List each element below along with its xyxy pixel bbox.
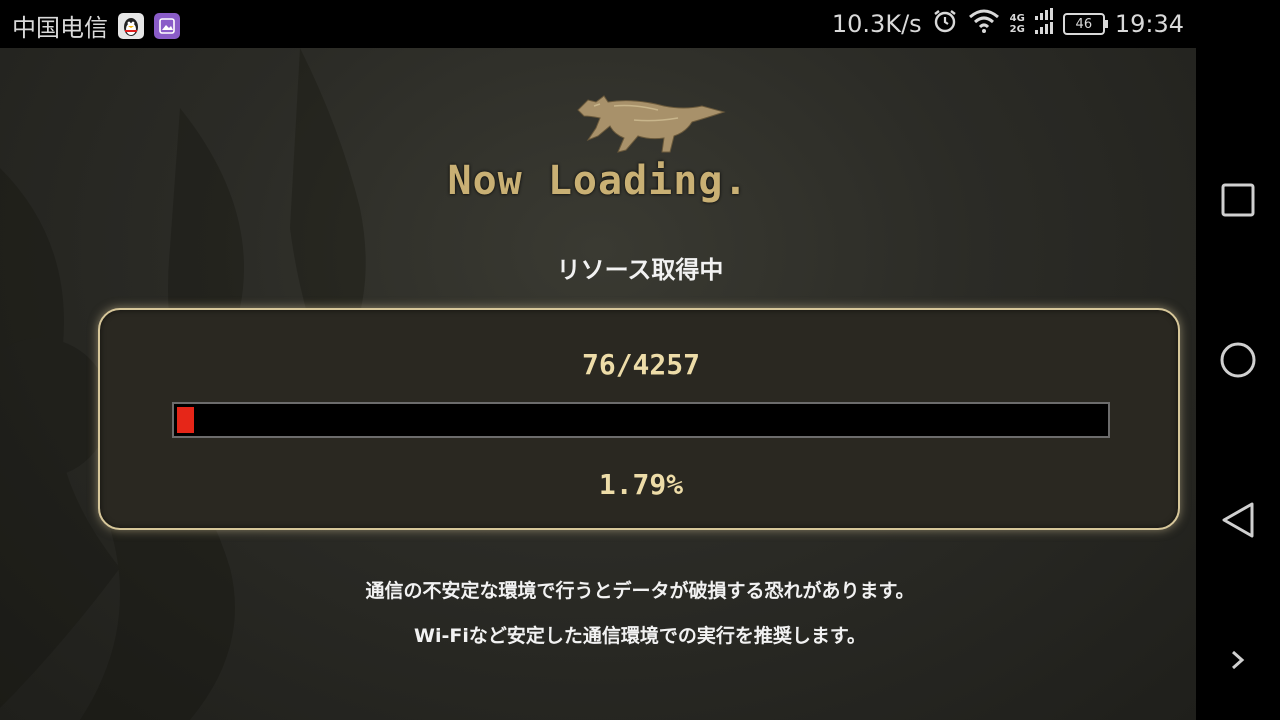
gallery-icon <box>154 12 180 39</box>
battery-level: 46 <box>1075 16 1093 32</box>
carrier-name: 中国电信 <box>12 14 108 42</box>
back-icon <box>1222 502 1254 538</box>
warning-line-2: Wi-Fiなど安定した通信環境での実行を推奨します。 <box>414 625 866 647</box>
wolf-logo <box>577 95 726 153</box>
loading-status-label: リソース取得中 <box>556 256 724 284</box>
qq-penguin-icon <box>118 12 144 39</box>
network-type: 4G 2G <box>1010 13 1025 35</box>
battery-icon: 46 <box>1062 13 1108 35</box>
wifi-icon <box>968 9 1000 39</box>
status-bar: 中国电信 10.3K/s 4G 2G 46 19:34 <box>0 0 1280 48</box>
progress-bar-fill <box>177 407 194 433</box>
loading-title: Now Loading. <box>447 158 749 204</box>
home-button[interactable] <box>1216 338 1260 382</box>
status-left: 中国电信 <box>12 8 180 43</box>
network-2g-label: 2G <box>1009 24 1025 35</box>
network-4g-label: 4G <box>1009 13 1025 24</box>
net-speed: 10.3K/s <box>831 10 922 38</box>
back-button[interactable] <box>1216 498 1260 542</box>
warning-line-1: 通信の不安定な環境で行うとデータが破損する恐れがあります。 <box>365 580 915 602</box>
recent-apps-button[interactable] <box>1216 178 1260 222</box>
progress-panel: 76/4257 1.79% <box>98 308 1180 530</box>
progress-bar <box>172 402 1110 438</box>
clock: 19:34 <box>1114 10 1184 38</box>
navigation-bar <box>1196 48 1280 720</box>
recent-apps-icon <box>1221 183 1255 217</box>
signal-icon <box>1034 8 1053 40</box>
expand-button[interactable] <box>1216 638 1260 682</box>
progress-count: 76/4257 <box>581 348 700 381</box>
progress-percent: 1.79% <box>598 468 684 501</box>
expand-icon <box>1232 650 1245 670</box>
alarm-icon <box>932 8 958 40</box>
home-icon <box>1220 342 1256 378</box>
status-right: 10.3K/s 4G 2G 46 19:34 <box>832 8 1184 40</box>
